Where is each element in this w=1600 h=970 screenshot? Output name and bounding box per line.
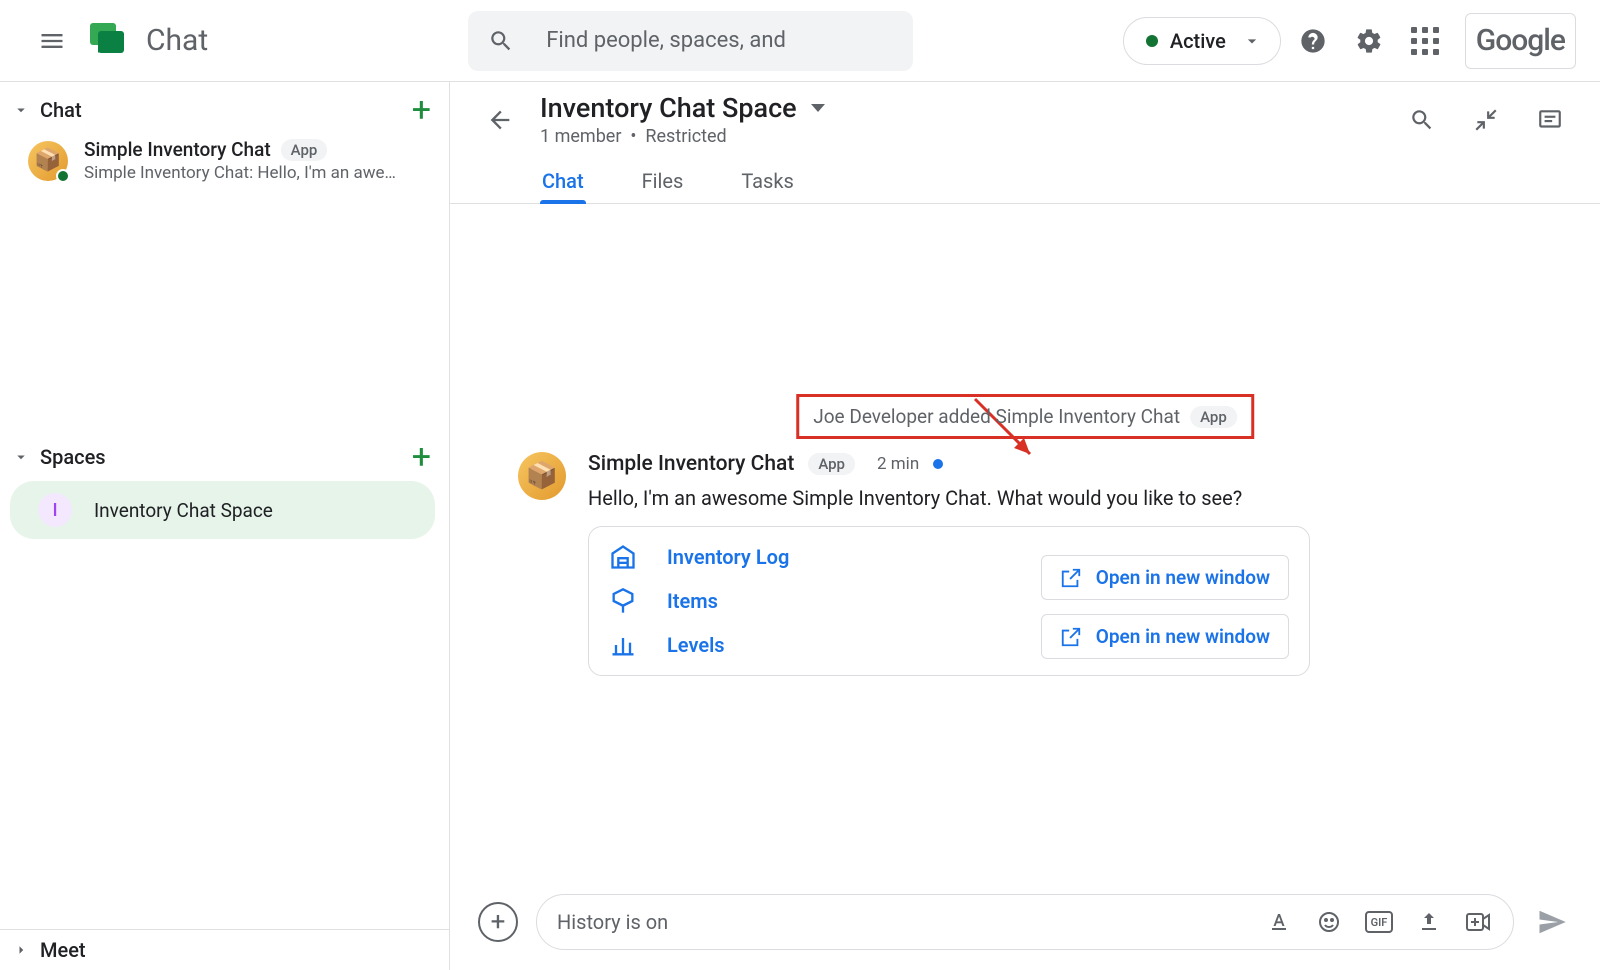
annotation-highlight-box: Joe Developer added Simple Inventory Cha…: [796, 394, 1254, 439]
search-icon: [1409, 107, 1435, 133]
google-brand[interactable]: Google: [1465, 13, 1576, 69]
text-format-icon: [1267, 910, 1291, 934]
package-box-icon: 📦: [28, 141, 68, 181]
apps-button[interactable]: [1401, 17, 1449, 65]
space-title: Inventory Chat Space: [540, 92, 797, 124]
upload-button[interactable]: [1415, 908, 1443, 936]
sidebar-section-spaces[interactable]: Spaces +: [0, 437, 449, 477]
search-icon: [488, 28, 514, 54]
message-time: 2 min: [877, 454, 919, 474]
app-badge: App: [1190, 406, 1237, 428]
chat-logo-icon: [88, 21, 128, 61]
card-link-items[interactable]: Items: [609, 587, 789, 615]
app-logo: Chat: [88, 21, 208, 61]
chat-message: 📦 Simple Inventory Chat App 2 min Hello,…: [518, 452, 1572, 676]
header-right: Active Google: [1105, 13, 1576, 69]
upload-icon: [1417, 910, 1441, 934]
message-card: Inventory Log Items Levels: [588, 526, 1310, 676]
collapse-icon: [1473, 107, 1499, 133]
sidebar-space-item[interactable]: I Inventory Chat Space: [10, 481, 435, 539]
main-menu-button[interactable]: [28, 17, 76, 65]
card-link-levels[interactable]: Levels: [609, 631, 789, 659]
warehouse-icon: [609, 543, 637, 571]
caret-down-icon: [12, 448, 30, 466]
space-subtitle: 1 member • Restricted: [540, 126, 825, 147]
sidebar-space-name: Inventory Chat Space: [94, 499, 273, 522]
space-menu-caret-icon[interactable]: [811, 104, 825, 112]
package-box-icon: 📦: [518, 452, 566, 500]
space-search-button[interactable]: [1400, 98, 1444, 142]
emoji-button[interactable]: [1315, 908, 1343, 936]
unread-dot-icon: [933, 459, 943, 469]
card-link-inventory-log[interactable]: Inventory Log: [609, 543, 789, 571]
send-button[interactable]: [1532, 902, 1572, 942]
gif-button[interactable]: GIF: [1365, 908, 1393, 936]
app-header: Chat Find people, spaces, and Active Goo…: [0, 0, 1600, 82]
sidebar-section-meet[interactable]: Meet: [0, 930, 449, 970]
tab-chat[interactable]: Chat: [540, 159, 586, 203]
status-pill[interactable]: Active: [1123, 17, 1281, 65]
sidebar-chat-preview: Simple Inventory Chat: Hello, I'm an awe…: [84, 163, 414, 183]
new-space-button[interactable]: +: [412, 445, 431, 469]
video-plus-icon: [1466, 911, 1492, 933]
sidebar-section-meet-title: Meet: [40, 938, 86, 962]
open-levels-button[interactable]: Open in new window: [1041, 614, 1289, 659]
presence-dot-icon: [56, 169, 70, 183]
system-message: Joe Developer added Simple Inventory Cha…: [813, 405, 1180, 428]
open-external-icon: [1060, 567, 1082, 589]
google-text: Google: [1476, 23, 1565, 58]
space-header: Inventory Chat Space 1 member • Restrict…: [450, 82, 1600, 204]
space-avatar: I: [38, 493, 72, 527]
sidebar-section-chat-title: Chat: [40, 98, 82, 122]
search-placeholder: Find people, spaces, and: [546, 28, 786, 53]
composer-placeholder: History is on: [557, 910, 1249, 934]
status-dot-icon: [1146, 35, 1158, 47]
message-author: Simple Inventory Chat: [588, 452, 794, 476]
boxes-icon: [609, 587, 637, 615]
send-icon: [1537, 907, 1567, 937]
caret-down-icon: [12, 101, 30, 119]
sidebar-section-spaces-title: Spaces: [40, 445, 106, 469]
space-tabs: Chat Files Tasks: [540, 159, 1572, 203]
gif-icon: GIF: [1365, 911, 1393, 933]
sidebar-section-chat[interactable]: Chat +: [0, 90, 449, 130]
message-input[interactable]: History is on GIF: [536, 894, 1514, 950]
tab-tasks[interactable]: Tasks: [739, 159, 796, 203]
new-chat-button[interactable]: +: [412, 98, 431, 122]
app-badge: App: [808, 453, 855, 475]
chat-panel-icon: [1537, 107, 1563, 133]
help-icon: [1299, 27, 1327, 55]
video-meeting-button[interactable]: [1465, 908, 1493, 936]
sidebar-chat-item[interactable]: 📦 Simple Inventory Chat App Simple Inven…: [0, 130, 449, 191]
back-arrow-icon: [486, 106, 514, 134]
open-items-button[interactable]: Open in new window: [1041, 555, 1289, 600]
status-label: Active: [1170, 29, 1226, 53]
settings-button[interactable]: [1345, 17, 1393, 65]
sidebar: Chat + 📦 Simple Inventory Chat App Simpl…: [0, 82, 450, 970]
composer-area: + History is on GIF: [450, 878, 1600, 970]
open-side-panel-button[interactable]: [1528, 98, 1572, 142]
menu-icon: [38, 27, 66, 55]
sidebar-chat-title: Simple Inventory Chat: [84, 138, 271, 161]
message-area: Joe Developer added Simple Inventory Cha…: [450, 204, 1600, 878]
format-text-button[interactable]: [1265, 908, 1293, 936]
back-button[interactable]: [478, 98, 522, 142]
tab-files[interactable]: Files: [640, 159, 686, 203]
gear-icon: [1355, 27, 1383, 55]
search-box[interactable]: Find people, spaces, and: [468, 11, 913, 71]
app-badge: App: [281, 139, 328, 161]
chevron-down-icon: [1242, 31, 1262, 51]
emoji-icon: [1317, 910, 1341, 934]
compose-add-button[interactable]: +: [478, 902, 518, 942]
main-panel: Inventory Chat Space 1 member • Restrict…: [450, 82, 1600, 970]
apps-grid-icon: [1411, 27, 1439, 55]
message-text: Hello, I'm an awesome Simple Inventory C…: [588, 486, 1310, 510]
app-name: Chat: [146, 23, 208, 58]
plus-icon: +: [491, 907, 506, 937]
caret-right-icon: [12, 941, 30, 959]
help-button[interactable]: [1289, 17, 1337, 65]
bar-chart-icon: [609, 631, 637, 659]
open-external-icon: [1060, 626, 1082, 648]
collapse-button[interactable]: [1464, 98, 1508, 142]
